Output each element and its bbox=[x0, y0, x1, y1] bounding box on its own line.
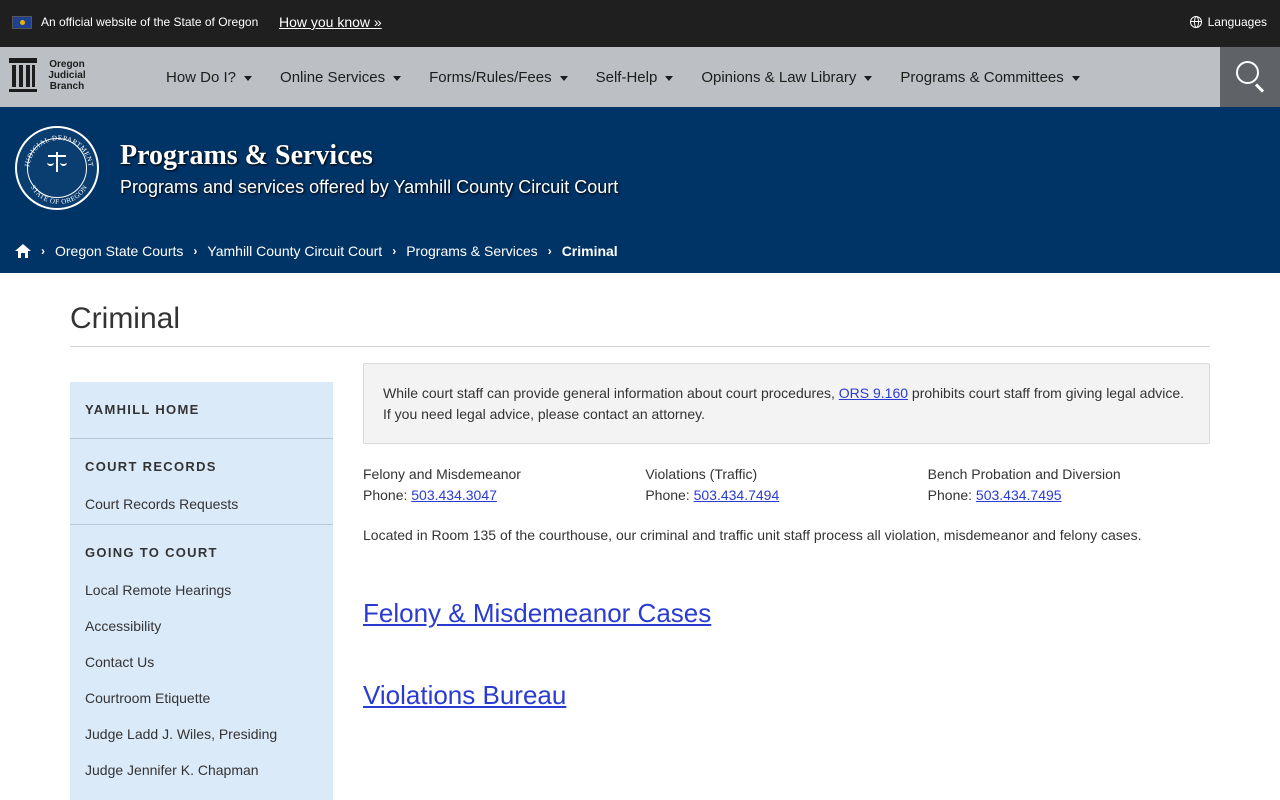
chevron-right-icon: › bbox=[193, 244, 198, 258]
banner-title: Programs & Services bbox=[120, 140, 373, 171]
how-you-know-link[interactable]: How you know » bbox=[279, 14, 382, 30]
sidebar-section-going-to-court: GOING TO COURT Local Remote Hearings Acc… bbox=[70, 525, 333, 790]
notice-text-before: While court staff can provide general in… bbox=[383, 385, 839, 401]
ors-9160-link[interactable]: ORS 9.160 bbox=[839, 385, 908, 401]
nav-online-services[interactable]: Online Services bbox=[266, 69, 415, 86]
logo-text: Oregon Judicial Branch bbox=[48, 58, 86, 92]
contact-violations-traffic: Violations (Traffic) Phone: 503.434.7494 bbox=[645, 464, 927, 506]
title-divider bbox=[70, 346, 1210, 347]
nav-how-do-i[interactable]: How Do I? bbox=[152, 69, 266, 86]
contact-label: Bench Probation and Diversion bbox=[927, 466, 1121, 482]
search-button[interactable] bbox=[1220, 47, 1280, 107]
chevron-down-icon bbox=[665, 76, 674, 81]
sidebar-item-judge-wiles[interactable]: Judge Ladd J. Wiles, Presiding bbox=[85, 718, 318, 754]
contact-felony-misdemeanor: Felony and Misdemeanor Phone: 503.434.30… bbox=[363, 464, 645, 506]
breadcrumb: › Oregon State Courts › Yamhill County C… bbox=[15, 243, 618, 259]
judicial-seal-icon: JUDICIAL DEPARTMENT STATE OF OREGON bbox=[15, 126, 99, 210]
ojb-logo[interactable]: Oregon Judicial Branch bbox=[9, 58, 89, 92]
contact-label: Felony and Misdemeanor bbox=[363, 466, 521, 482]
phone-link-probation[interactable]: 503.434.7495 bbox=[976, 487, 1062, 503]
page-title: Criminal bbox=[70, 302, 181, 335]
sidebar-yamhill-home[interactable]: YAMHILL HOME bbox=[85, 382, 318, 438]
breadcrumb-programs-services[interactable]: Programs & Services bbox=[406, 243, 537, 259]
breadcrumb-current: Criminal bbox=[561, 243, 618, 259]
chevron-right-icon: › bbox=[41, 244, 45, 258]
phone-label: Phone: bbox=[645, 487, 694, 503]
chevron-right-icon: › bbox=[392, 244, 397, 258]
nav-forms-rules-fees[interactable]: Forms/Rules/Fees bbox=[415, 69, 582, 86]
chevron-right-icon: › bbox=[547, 244, 552, 258]
oregon-flag-icon bbox=[12, 16, 32, 29]
sidebar-heading-going-to-court[interactable]: GOING TO COURT bbox=[85, 525, 318, 574]
felony-misdemeanor-cases-link[interactable]: Felony & Misdemeanor Cases bbox=[363, 598, 711, 629]
languages-label: Languages bbox=[1207, 15, 1267, 29]
sidebar-item-accessibility[interactable]: Accessibility bbox=[85, 610, 318, 646]
chevron-down-icon bbox=[244, 76, 253, 81]
breadcrumb-yamhill-county[interactable]: Yamhill County Circuit Court bbox=[207, 243, 382, 259]
main-nav: How Do I? Online Services Forms/Rules/Fe… bbox=[152, 47, 1094, 107]
official-banner: An official website of the State of Oreg… bbox=[0, 0, 1280, 47]
contact-bench-probation: Bench Probation and Diversion Phone: 503… bbox=[928, 464, 1210, 506]
phone-link-violations[interactable]: 503.434.7494 bbox=[694, 487, 780, 503]
phone-link-felony[interactable]: 503.434.3047 bbox=[411, 487, 497, 503]
sidebar-section-court-records: COURT RECORDS Court Records Requests bbox=[70, 439, 333, 525]
languages-button[interactable]: Languages bbox=[1189, 15, 1267, 29]
legal-advice-notice: While court staff can provide general in… bbox=[363, 363, 1210, 444]
sidebar-item-court-records-requests[interactable]: Court Records Requests bbox=[85, 488, 318, 524]
main-navbar: Oregon Judicial Branch How Do I? Online … bbox=[0, 47, 1280, 107]
contact-phones: Felony and Misdemeanor Phone: 503.434.30… bbox=[363, 464, 1210, 506]
sidebar-item-local-remote-hearings[interactable]: Local Remote Hearings bbox=[85, 574, 318, 610]
nav-self-help[interactable]: Self-Help bbox=[582, 69, 688, 86]
page-banner: JUDICIAL DEPARTMENT STATE OF OREGON Prog… bbox=[0, 107, 1280, 273]
chevron-down-icon bbox=[393, 76, 402, 81]
sidebar-section-home: YAMHILL HOME bbox=[70, 382, 333, 439]
nav-programs-committees[interactable]: Programs & Committees bbox=[886, 69, 1093, 86]
globe-icon bbox=[1189, 16, 1202, 28]
chevron-down-icon bbox=[864, 76, 873, 81]
search-icon bbox=[1236, 61, 1259, 84]
contact-label: Violations (Traffic) bbox=[645, 466, 758, 482]
banner-subtitle: Programs and services offered by Yamhill… bbox=[120, 177, 619, 197]
breadcrumb-oregon-state-courts[interactable]: Oregon State Courts bbox=[55, 243, 183, 259]
courthouse-pillars-icon bbox=[9, 58, 37, 92]
nav-opinions-law-library[interactable]: Opinions & Law Library bbox=[687, 69, 886, 86]
phone-label: Phone: bbox=[927, 487, 976, 503]
chevron-down-icon bbox=[559, 76, 568, 81]
violations-bureau-link[interactable]: Violations Bureau bbox=[363, 680, 566, 711]
sidebar-item-contact-us[interactable]: Contact Us bbox=[85, 646, 318, 682]
scales-of-justice-icon bbox=[47, 152, 67, 174]
sidebar-nav: YAMHILL HOME COURT RECORDS Court Records… bbox=[70, 382, 333, 800]
sidebar-item-judge-chapman[interactable]: Judge Jennifer K. Chapman bbox=[85, 754, 318, 790]
unit-description: Located in Room 135 of the courthouse, o… bbox=[363, 527, 1142, 543]
sidebar-heading-court-records[interactable]: COURT RECORDS bbox=[85, 439, 318, 488]
sidebar-item-courtroom-etiquette[interactable]: Courtroom Etiquette bbox=[85, 682, 318, 718]
chevron-down-icon bbox=[1071, 76, 1080, 81]
official-website-text: An official website of the State of Oreg… bbox=[41, 15, 259, 29]
phone-label: Phone: bbox=[363, 487, 412, 503]
home-icon[interactable] bbox=[15, 244, 31, 258]
